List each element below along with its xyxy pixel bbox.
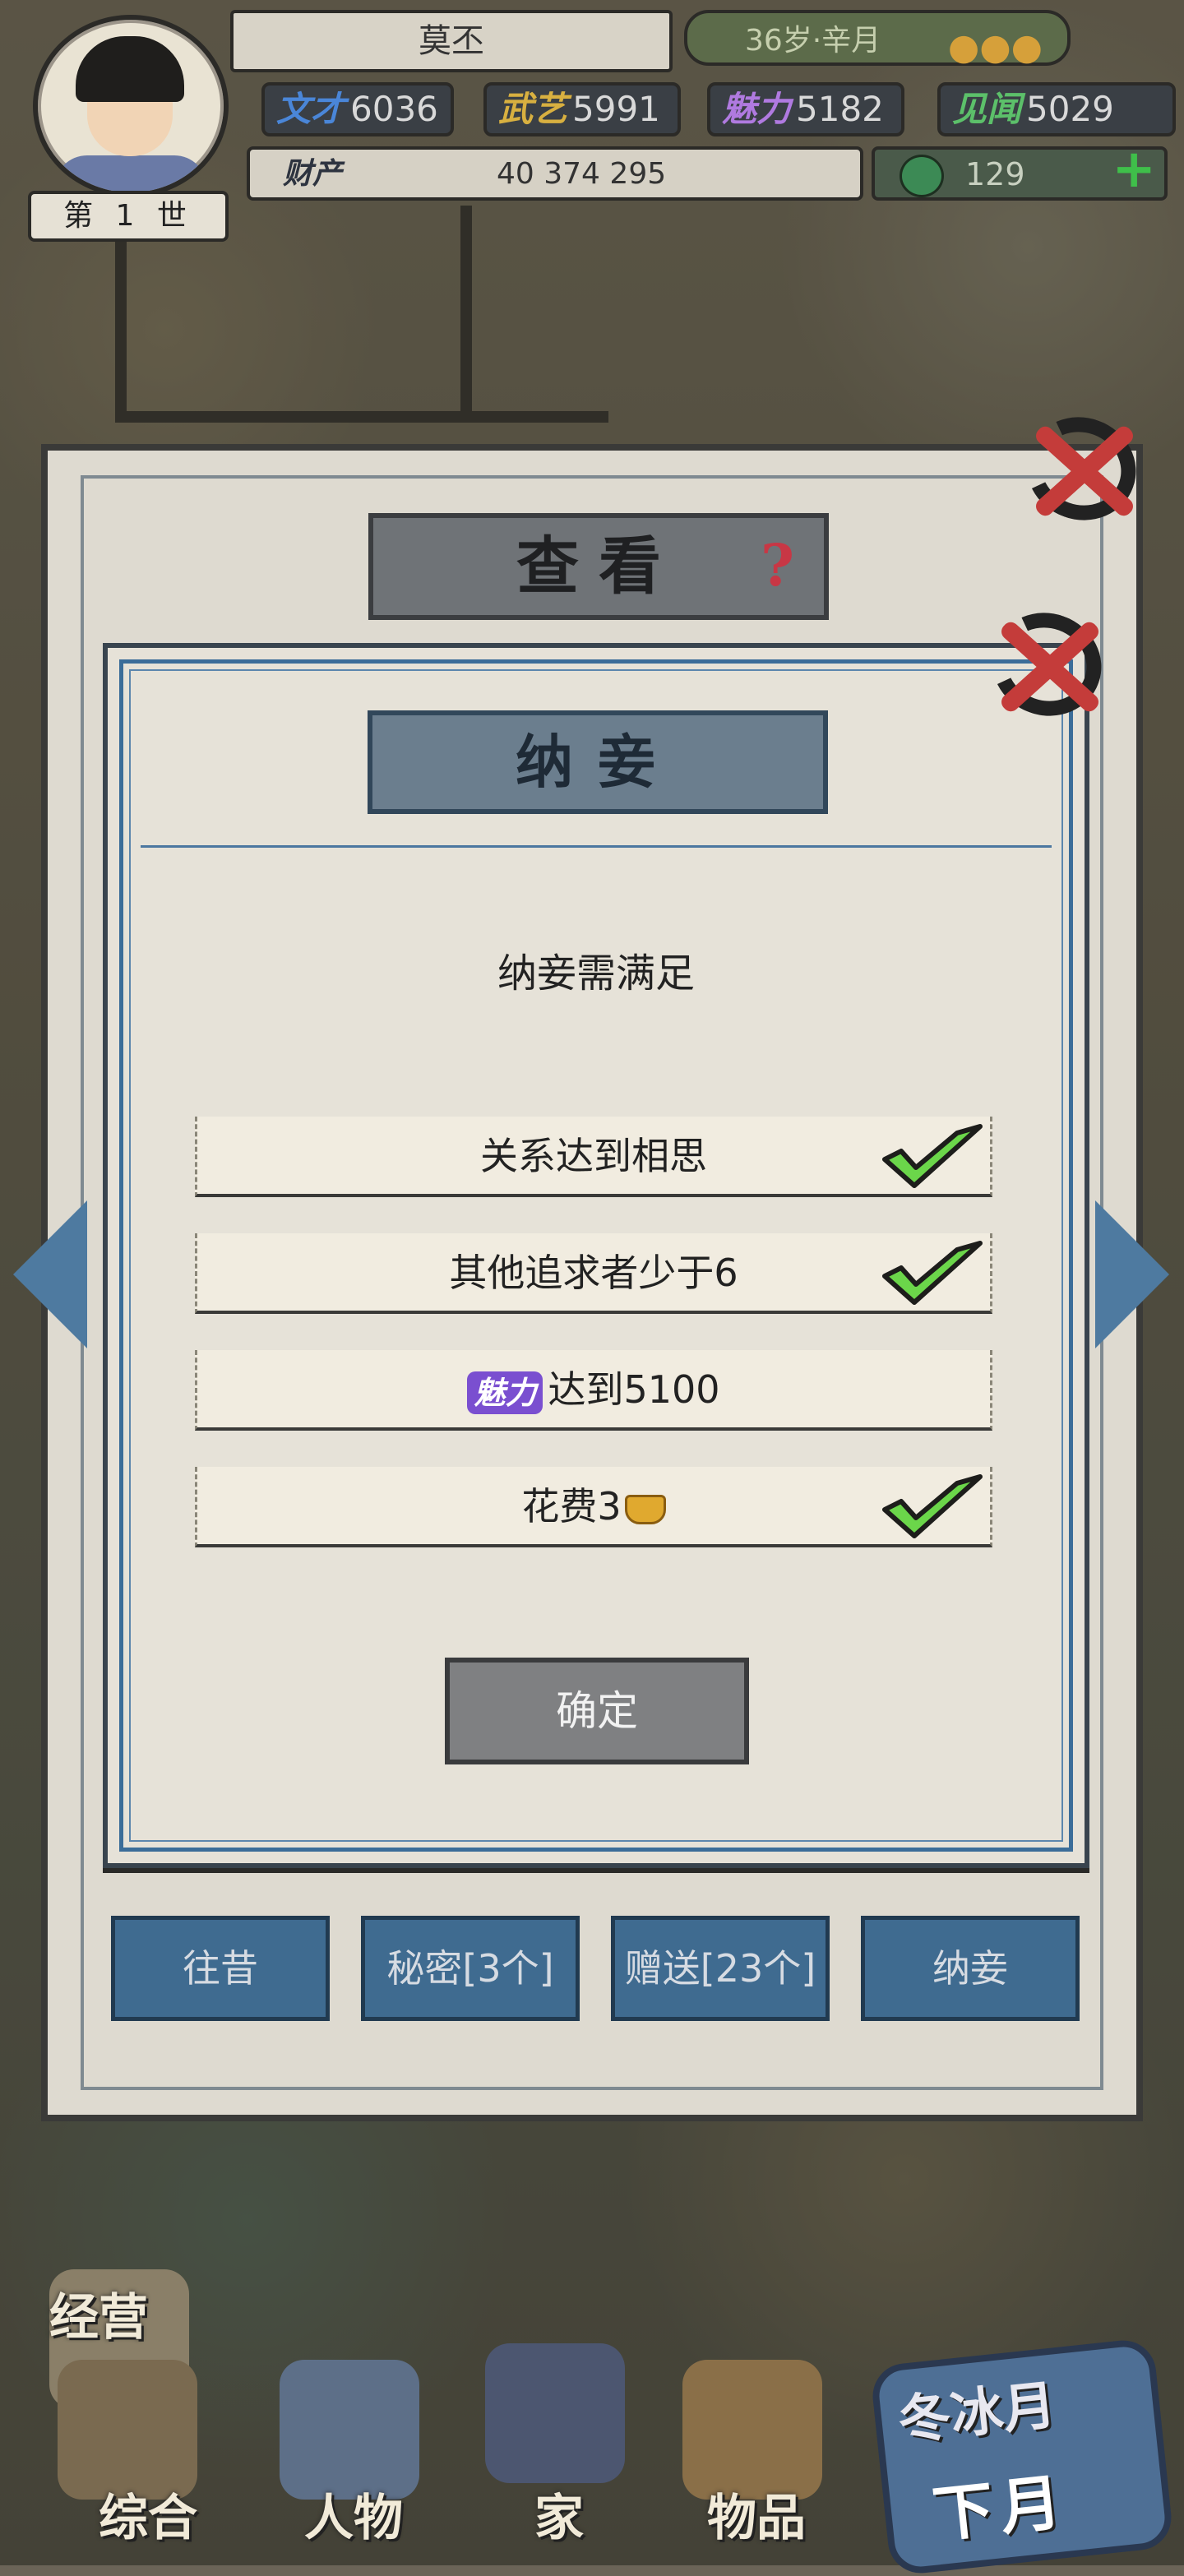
nav-general[interactable]: 综合 (66, 2478, 230, 2552)
stat-meili-label: 魅力 (722, 89, 792, 129)
generation-label: 第 1 世 (28, 191, 229, 242)
tab-take-concubine[interactable]: 纳妾 (861, 1916, 1080, 2021)
stat-jianwen-value: 5029 (1026, 89, 1114, 129)
check-icon (882, 1124, 983, 1188)
next-arrow-icon[interactable] (1095, 1200, 1169, 1348)
charm-stat-tag: 魅力 (467, 1371, 543, 1414)
close-concubine-dialog-icon[interactable] (977, 597, 1117, 732)
stat-wuyi-value: 5991 (572, 89, 660, 129)
view-dialog-title-bar: 查看 ? (368, 513, 829, 620)
stat-wencai-value: 6036 (350, 89, 438, 129)
wealth-values: 40 374 295 (497, 157, 667, 191)
avatar[interactable] (33, 15, 229, 197)
tab-gifts[interactable]: 赠送[23个] (611, 1916, 830, 2021)
jade-currency: 129 + (872, 143, 1168, 201)
prev-arrow-icon[interactable] (13, 1200, 87, 1348)
concubine-dialog-title-bar: 纳妾 (368, 710, 828, 814)
concubine-dialog: 纳妾 纳妾需满足 关系达到相思 其他追求者少于6 魅力 达到5100 花费3 确定 (103, 643, 1089, 1868)
add-jade-icon[interactable]: + (1112, 143, 1156, 196)
jade-count: 129 (965, 156, 1025, 192)
help-icon[interactable]: ? (761, 533, 794, 599)
requirement-text: 花费3 (521, 1484, 622, 1528)
player-hud: 第 1 世 莫丕 36岁·辛月 ●●● 文才 6036 武艺 5991 魅力 5182… (0, 0, 1184, 247)
stat-meili-value: 5182 (796, 89, 884, 129)
check-icon (882, 1474, 983, 1538)
tab-secrets[interactable]: 秘密[3个] (361, 1916, 580, 2021)
nav-items[interactable]: 物品 (674, 2478, 839, 2552)
stat-jianwen-label: 见闻 (952, 89, 1022, 129)
stat-wuyi: 武艺 5991 (483, 82, 681, 136)
requirement-text: 达到5100 (548, 1367, 720, 1412)
confirm-button[interactable]: 确定 (445, 1658, 749, 1764)
check-icon (882, 1241, 983, 1305)
gold-ingot-icon (624, 1494, 666, 1524)
player-name: 莫丕 (230, 10, 673, 72)
stat-wencai: 文才 6036 (261, 82, 454, 136)
nav-character[interactable]: 人物 (271, 2478, 436, 2552)
close-view-dialog-icon[interactable] (1011, 401, 1151, 536)
view-dialog-title: 查看 (516, 530, 681, 603)
nav-home[interactable]: 家 (477, 2478, 641, 2552)
stat-jianwen: 见闻 5029 (937, 82, 1176, 136)
season-month-label: 冬冰月 (895, 2374, 1059, 2453)
requirement-row: 关系达到相思 (195, 1117, 992, 1197)
energy-drops-icon: ●●● (947, 26, 1043, 68)
next-month-button[interactable]: 冬冰月 下月 (869, 2337, 1175, 2576)
home-icon[interactable] (485, 2343, 625, 2483)
nav-business[interactable]: 经营 (16, 2278, 181, 2352)
stat-wencai-label: 文才 (276, 89, 346, 129)
age-month-badge: 36岁·辛月 ●●● (684, 10, 1071, 68)
wealth-bar: 财产 40 374 295 (247, 146, 863, 201)
stat-meili: 魅力 5182 (707, 82, 904, 136)
age-month-text: 36岁·辛月 (745, 24, 881, 58)
next-month-label: 下月 (929, 2466, 1071, 2551)
stat-wuyi-label: 武艺 (498, 89, 568, 129)
concubine-dialog-title: 纳妾 (516, 728, 680, 796)
tab-past[interactable]: 往昔 (111, 1916, 330, 2021)
requirement-text: 关系达到相思 (480, 1134, 707, 1178)
requirement-text: 其他追求者少于6 (449, 1251, 738, 1295)
requirement-row: 魅力 达到5100 (195, 1350, 992, 1431)
relationship-tabs: 往昔 秘密[3个] 赠送[23个] 纳妾 (111, 1916, 1081, 2023)
requirements-heading: 纳妾需满足 (497, 950, 695, 997)
requirement-row: 花费3 (195, 1467, 992, 1547)
requirement-row: 其他追求者少于6 (195, 1233, 992, 1314)
jade-icon (900, 155, 944, 197)
wealth-label: 财产 (283, 157, 343, 191)
